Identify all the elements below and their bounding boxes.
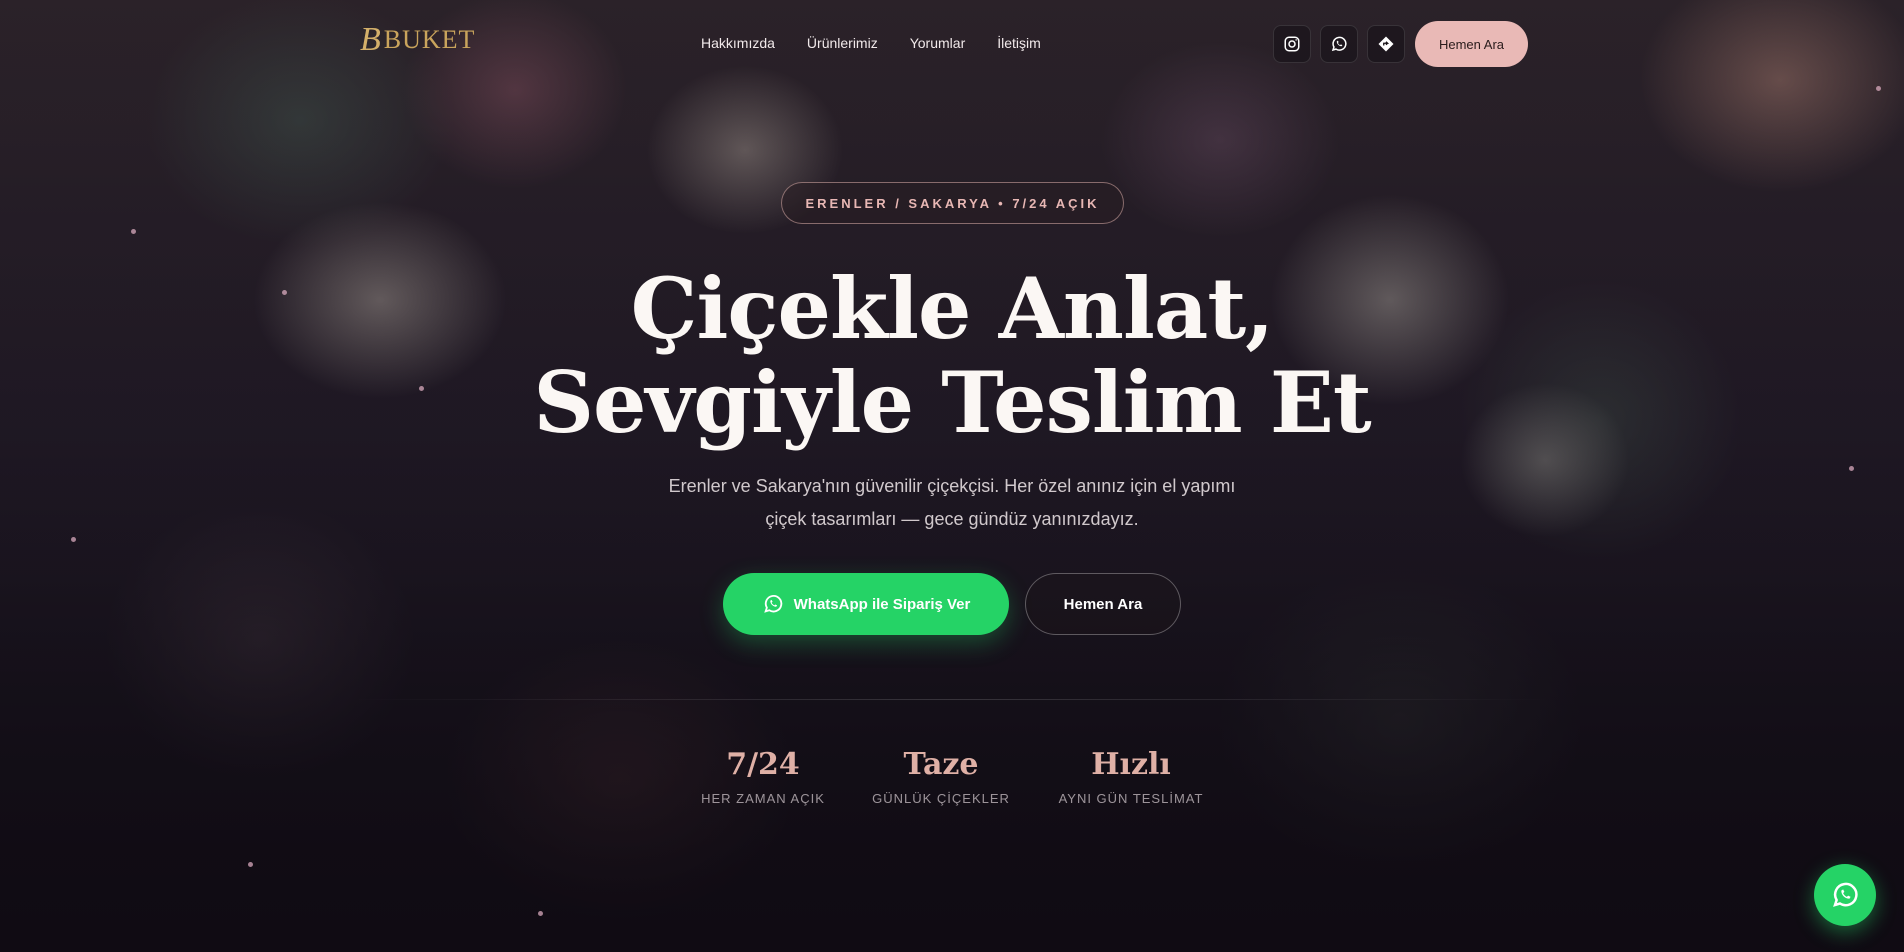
whatsapp-order-label: WhatsApp ile Sipariş Ver xyxy=(793,595,971,613)
decorative-dot xyxy=(71,537,76,542)
hero-title-line-2: Sevgiyle Teslim Et xyxy=(533,353,1371,452)
hero-title-line-1: Çiçekle Anlat, xyxy=(630,259,1275,358)
nav-item-reviews[interactable]: Yorumlar xyxy=(910,35,966,51)
nav-item-about[interactable]: Hakkımızda xyxy=(701,35,775,51)
stat-value: Taze xyxy=(903,747,979,782)
floating-whatsapp-button[interactable] xyxy=(1814,864,1876,926)
stat-value: 7/24 xyxy=(726,747,800,782)
nav-item-contact[interactable]: İletişim xyxy=(997,35,1041,51)
brand-logo[interactable]: B BUKET xyxy=(360,20,475,60)
decorative-dot xyxy=(1849,466,1854,471)
directions-icon xyxy=(1378,36,1394,52)
directions-button[interactable] xyxy=(1367,25,1405,63)
whatsapp-icon xyxy=(763,594,782,613)
stat-label: AYNI GÜN TESLİMAT xyxy=(1058,791,1204,806)
stat-label: GÜNLÜK ÇİÇEKLER xyxy=(872,791,1010,806)
stat-label: HER ZAMAN AÇIK xyxy=(701,791,825,806)
social-links xyxy=(1273,25,1405,63)
instagram-icon xyxy=(1284,36,1300,52)
stat-item: Hızlı AYNI GÜN TESLİMAT xyxy=(1050,746,1212,806)
decorative-dot xyxy=(131,229,136,234)
location-hours-badge: ERENLER / SAKARYA • 7/24 AÇIK xyxy=(781,182,1124,224)
decorative-dot xyxy=(1876,86,1881,91)
stat-item: 7/24 HER ZAMAN AÇIK xyxy=(693,746,833,806)
instagram-button[interactable] xyxy=(1273,25,1311,63)
stat-value: Hızlı xyxy=(1091,747,1171,782)
section-divider xyxy=(350,699,1554,700)
stat-item: Taze GÜNLÜK ÇİÇEKLER xyxy=(865,746,1017,806)
hero-subtitle: Erenler ve Sakarya'nın güvenilir çiçekçi… xyxy=(668,476,1236,529)
decorative-dot xyxy=(248,862,253,867)
whatsapp-icon xyxy=(1331,36,1347,52)
main-nav: Hakkımızda Ürünlerimiz Yorumlar İletişim xyxy=(701,35,1041,51)
header-call-button[interactable]: Hemen Ara xyxy=(1415,21,1528,67)
logo-mark: B xyxy=(360,21,382,58)
nav-item-products[interactable]: Ürünlerimiz xyxy=(807,35,878,51)
hero-title: Çiçekle Anlat, Sevgiyle Teslim Et xyxy=(0,262,1904,450)
decorative-dot xyxy=(538,911,543,916)
whatsapp-icon xyxy=(1833,882,1858,907)
logo-text: BUKET xyxy=(383,25,476,54)
whatsapp-social-button[interactable] xyxy=(1320,25,1358,63)
whatsapp-order-button[interactable]: WhatsApp ile Sipariş Ver xyxy=(723,573,1009,635)
hero-call-button[interactable]: Hemen Ara xyxy=(1025,573,1181,635)
